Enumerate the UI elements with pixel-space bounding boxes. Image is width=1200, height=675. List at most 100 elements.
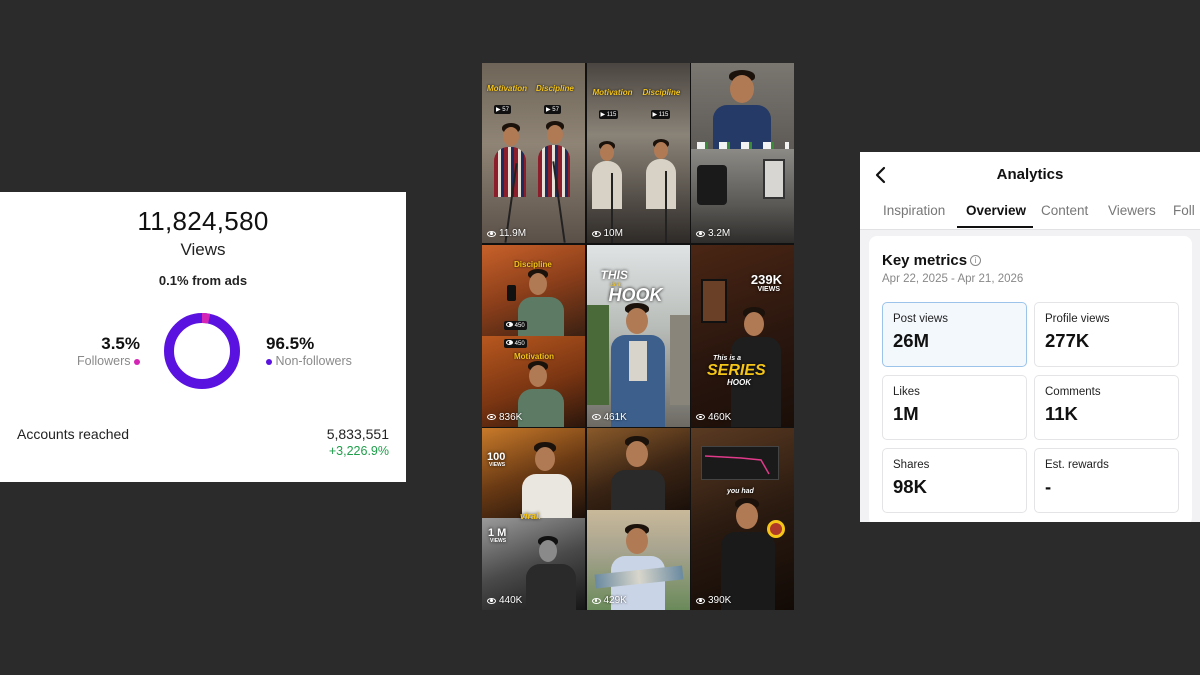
tile-overlay-text: Discipline xyxy=(642,88,681,97)
ads-share-text: from ads xyxy=(192,273,248,288)
tab-inspiration[interactable]: Inspiration xyxy=(883,203,945,218)
mini-views-value: 57 xyxy=(552,107,559,113)
date-range: Apr 22, 2025 - Apr 21, 2026 xyxy=(882,273,1024,285)
mini-views-badge: ▶ 115 xyxy=(650,110,671,119)
views-label: Views xyxy=(180,240,226,259)
tab-overview[interactable]: Overview xyxy=(966,203,1026,218)
eye-icon xyxy=(591,597,601,604)
tile-view-count: 10M xyxy=(591,228,623,239)
views-insights-card: 11,824,580 Views 0.1% from ads 3.5% Foll… xyxy=(0,192,406,482)
tile-view-count: 440K xyxy=(487,595,522,606)
eye-icon xyxy=(506,339,513,345)
eye-icon xyxy=(591,414,601,420)
metric-value: 1M xyxy=(893,403,919,424)
eye-icon xyxy=(487,230,496,237)
metric-comments[interactable]: Comments 11K xyxy=(1034,375,1179,440)
metric-label: Profile views xyxy=(1045,313,1110,325)
metric-value: 277K xyxy=(1045,330,1090,351)
tile-view-count: 461K xyxy=(591,412,627,423)
nonfollowers-legend: Non-followers xyxy=(266,354,352,368)
mini-views-value: 450 xyxy=(514,340,525,347)
metric-value: 98K xyxy=(893,476,927,497)
video-tile[interactable]: 100 VIEWS viral. 1 M VIEWS 440K xyxy=(482,428,585,610)
nonfollowers-label: Non-followers xyxy=(275,354,352,368)
video-thumbnail-grid: Motivation Discipline ▶ 57 ▶ 57 11.9M Mo… xyxy=(482,63,794,610)
metric-label: Post views xyxy=(893,313,948,325)
tile-overlay-text: THIS xyxy=(600,267,628,282)
eye-icon xyxy=(696,414,705,420)
followers-legend: Followers xyxy=(40,354,140,368)
metric-profile-views[interactable]: Profile views 277K xyxy=(1034,302,1179,367)
followers-label: Followers xyxy=(77,354,131,368)
tile-overlay-text: HOOK xyxy=(608,284,663,305)
metric-label: Est. rewards xyxy=(1045,459,1109,471)
eye-icon xyxy=(591,230,601,237)
tile-overlay-text: Discipline xyxy=(536,84,574,93)
analytics-title: Analytics xyxy=(996,166,1064,183)
tile-view-count: 836K xyxy=(487,412,522,423)
metric-label: Likes xyxy=(893,386,920,398)
video-tile[interactable]: Motivation Discipline ▶ 57 ▶ 57 11.9M xyxy=(482,63,585,243)
tile-overlay-text: This is a xyxy=(713,354,742,362)
tile-view-count: 460K xyxy=(696,412,731,423)
donut-nonfollowers-ring xyxy=(164,313,240,389)
ads-share-percent: 0.1% xyxy=(158,273,189,288)
video-tile[interactable]: 3.2M xyxy=(691,63,794,243)
metric-est-rewards[interactable]: Est. rewards - xyxy=(1034,448,1179,513)
mini-views-badge: ▶ 57 xyxy=(544,105,561,114)
mini-views-value: 57 xyxy=(502,107,509,113)
tile-overlay-text: VIEWS xyxy=(489,462,506,468)
tile-overlay-text: Motivation xyxy=(592,88,633,97)
video-tile[interactable]: 239K VIEWS This is a SERIES HOOK 460K xyxy=(691,244,794,427)
mini-views-badge: ▶ 57 xyxy=(494,105,511,114)
followers-donut-chart xyxy=(164,313,240,389)
mini-views-value: 115 xyxy=(606,112,617,118)
mini-views-value: 115 xyxy=(658,112,669,118)
mini-views-badge: 450 xyxy=(504,320,527,330)
metric-likes[interactable]: Likes 1M xyxy=(882,375,1027,440)
accounts-reached-change: +3,226.9% xyxy=(328,444,389,458)
eye-icon xyxy=(696,597,705,604)
tile-view-count: 3.2M xyxy=(696,228,730,239)
video-tile[interactable]: you had 390K xyxy=(691,428,794,610)
metric-value: 11K xyxy=(1045,403,1078,424)
metric-shares[interactable]: Shares 98K xyxy=(882,448,1027,513)
tile-overlay-text: viral. xyxy=(520,511,542,521)
key-metrics-title: Key metrics xyxy=(882,252,968,269)
tile-view-count: 11.9M xyxy=(487,228,526,239)
eye-icon xyxy=(487,414,496,420)
active-tab-indicator xyxy=(957,226,1033,228)
metric-value: 26M xyxy=(893,330,929,351)
video-tile[interactable]: Discipline Motivation 450 450 836K xyxy=(482,244,585,427)
nonfollowers-dot-icon xyxy=(266,358,272,365)
eye-icon xyxy=(487,597,496,604)
tab-content[interactable]: Content xyxy=(1041,203,1088,218)
video-tile[interactable]: 429K xyxy=(586,428,690,610)
tile-view-count: 390K xyxy=(696,595,731,606)
analytics-panel: Analytics Inspiration Overview Content V… xyxy=(860,152,1200,522)
eye-icon xyxy=(506,321,513,327)
accounts-reached-value: 5,833,551 xyxy=(326,426,389,442)
tile-overlay-text: VIEWS xyxy=(490,538,507,544)
chart-thumbnail-icon xyxy=(704,455,770,475)
ads-share: 0.1% from ads xyxy=(0,273,406,288)
followers-dot-icon xyxy=(134,358,140,365)
tile-overlay-text: Discipline xyxy=(514,259,552,269)
tile-overlay-text: Motivation xyxy=(487,84,527,93)
metric-label: Comments xyxy=(1045,386,1101,398)
eye-icon xyxy=(696,230,705,237)
tab-viewers[interactable]: Viewers xyxy=(1108,203,1156,218)
video-tile[interactable]: THIS is a HOOK 461K xyxy=(586,244,690,427)
metric-post-views[interactable]: Post views 26M xyxy=(882,302,1027,367)
video-tile[interactable]: Motivation Discipline ▶ 115 ▶ 115 10M xyxy=(586,63,690,243)
tile-overlay-text: SERIES xyxy=(707,361,766,379)
tile-overlay-text: 239K xyxy=(750,271,782,287)
mini-views-badge: ▶ 115 xyxy=(598,110,619,119)
mini-views-value: 450 xyxy=(514,322,525,329)
info-icon[interactable]: i xyxy=(970,255,982,266)
accounts-reached-label: Accounts reached xyxy=(17,426,130,442)
key-metrics-heading: Key metrics i xyxy=(882,252,982,269)
nonfollowers-percent: 96.5% xyxy=(266,334,315,353)
tile-view-count: 429K xyxy=(591,595,627,606)
tab-followers[interactable]: Foll xyxy=(1173,203,1195,218)
